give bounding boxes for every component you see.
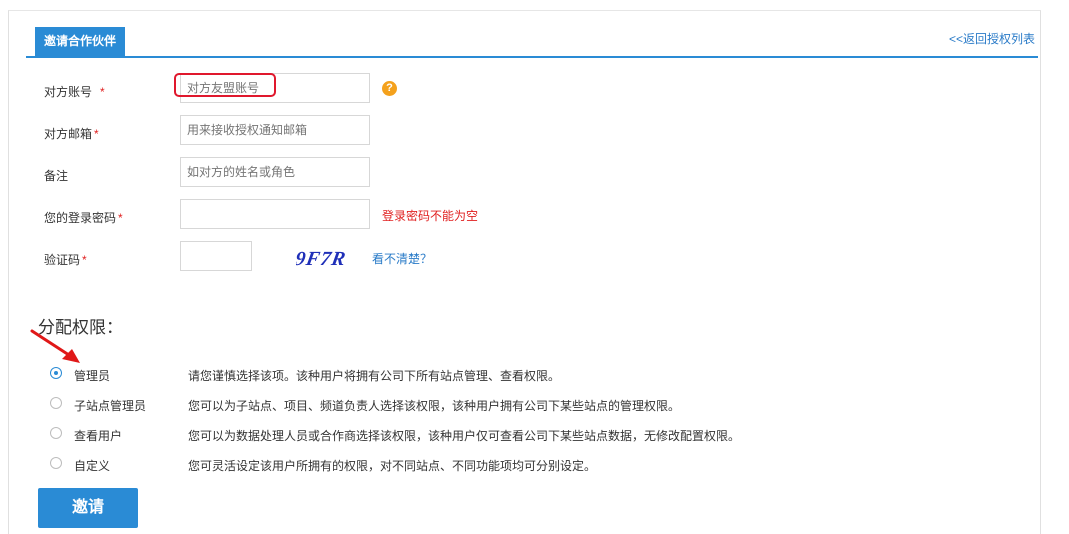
required-mark: * — [94, 127, 99, 141]
role-admin-label[interactable]: 管理员 — [74, 367, 110, 384]
remark-input[interactable] — [180, 157, 370, 187]
role-admin-description: 请您谨慎选择该项。该种用户将拥有公司下所有站点管理、查看权限。 — [188, 369, 561, 383]
account-highlight-box — [174, 73, 276, 97]
radio-viewer[interactable] — [50, 427, 62, 439]
role-custom-label[interactable]: 自定义 — [74, 457, 110, 474]
red-arrow-icon — [30, 329, 80, 363]
required-mark: * — [118, 211, 123, 225]
invite-button[interactable]: 邀请 — [38, 488, 138, 528]
role-viewer-description: 您可以为数据处理人员或合作商选择该权限，该种用户仅可查看公司下某些站点数据，无修… — [188, 429, 741, 443]
radio-sub-site-admin[interactable] — [50, 397, 62, 409]
radio-admin[interactable] — [50, 367, 62, 379]
tab-underline — [26, 56, 1038, 58]
email-input[interactable] — [180, 115, 370, 145]
radio-custom[interactable] — [50, 457, 62, 469]
captcha-image[interactable]: 9F7R — [296, 244, 360, 270]
role-sub-site-admin-label[interactable]: 子站点管理员 — [74, 397, 146, 414]
captcha-text: 9F7R — [296, 248, 348, 270]
role-custom-description: 您可灵活设定该用户所拥有的权限，对不同站点、不同功能项均可分别设定。 — [188, 459, 597, 473]
required-mark: * — [100, 85, 105, 99]
captcha-label-text: 验证码 — [44, 253, 81, 267]
required-mark: * — [82, 253, 87, 267]
account-label: 对方账号 * — [44, 83, 105, 100]
account-label-text: 对方账号 — [44, 85, 93, 99]
email-label-text: 对方邮箱 — [44, 127, 93, 141]
back-to-list-link[interactable]: <<返回授权列表 — [949, 30, 1035, 47]
refresh-captcha-link[interactable]: 看不清楚？ — [372, 250, 432, 267]
captcha-label: 验证码 * — [44, 251, 87, 268]
email-label: 对方邮箱 * — [44, 125, 99, 142]
password-label: 您的登录密码 * — [44, 209, 123, 226]
tab-invite-partner[interactable]: 邀请合作伙伴 — [35, 27, 125, 56]
captcha-input[interactable] — [180, 241, 252, 271]
role-viewer-label[interactable]: 查看用户 — [74, 427, 122, 444]
role-sub-site-admin-description: 您可以为子站点、项目、频道负责人选择该权限，该种用户拥有公司下某些站点的管理权限… — [188, 399, 681, 413]
invite-panel — [8, 10, 1041, 534]
password-input[interactable] — [180, 199, 370, 229]
password-label-text: 您的登录密码 — [44, 211, 117, 225]
help-icon[interactable]: ? — [382, 81, 397, 96]
password-error-text: 登录密码不能为空 — [382, 209, 479, 223]
remark-label: 备注 — [44, 169, 69, 183]
